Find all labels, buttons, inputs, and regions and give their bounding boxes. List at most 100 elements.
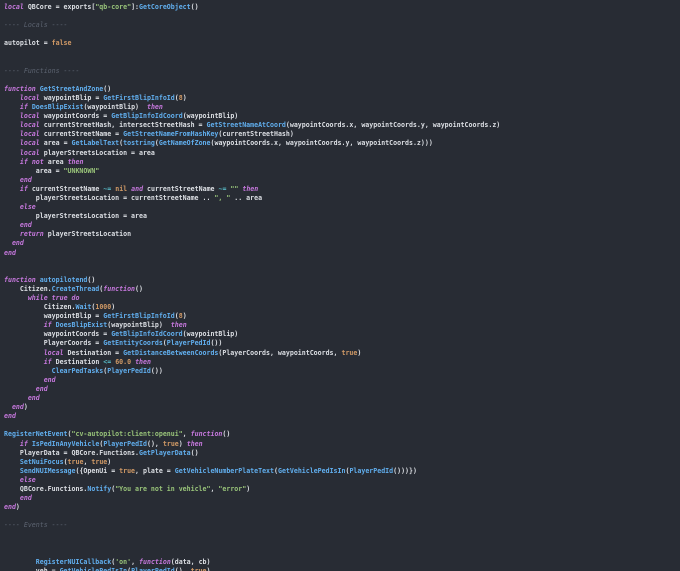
code-line[interactable]: veh = GetVehiclePedIsIn(PlayerPedId(), t… [4,567,680,571]
code-line[interactable]: function GetStreetAndZone() [4,85,680,94]
function-token: GetEntityCoords [103,339,163,348]
comment-token: ---- Locals ---- [4,21,68,30]
code-line[interactable]: end [4,385,680,394]
code-line[interactable]: else [4,203,680,212]
code-line[interactable]: local currentStreetHash, intersectStreet… [4,121,680,130]
text-token: currentStreetName [143,184,219,193]
code-line[interactable]: RegisterNetEvent("cv-autopilot:client:op… [4,430,680,439]
code-line[interactable]: local QBCore = exports["qb-core"]:GetCor… [4,3,680,12]
code-line[interactable]: Citizen.CreateThread(function() [4,285,680,294]
code-line[interactable]: ---- Functions ---- [4,67,680,76]
number-token: 60.0 [115,357,132,366]
code-line[interactable]: while true do [4,294,680,303]
code-line[interactable]: area = "UNKNOWN" [4,167,680,176]
code-line[interactable]: local area = GetLabelText(tostring(GetNa… [4,139,680,148]
code-editor[interactable]: local QBCore = exports["qb-core"]:GetCor… [0,0,680,571]
function-token: GetVehiclePedIsIn [277,466,346,475]
text-token: (waypointCoords.x, waypointCoords.y, way… [285,121,501,130]
text-token: () [103,84,112,93]
code-line[interactable]: if not area then [4,158,680,167]
text-token: (waypointBlip) [182,330,239,339]
code-line[interactable]: autopilot = false [4,39,680,48]
text-token: waypointBlip = [4,312,104,321]
text-token: ) [178,439,187,448]
function-token: GetPlayerData [138,448,191,457]
code-line[interactable] [4,530,680,539]
code-line[interactable]: else [4,476,680,485]
text-token: (), [174,566,191,571]
code-line[interactable]: end [4,221,680,230]
code-line[interactable] [4,258,680,267]
code-line[interactable]: waypointCoords = GetBlipInfoIdCoord(wayp… [4,330,680,339]
text-token: area = [39,139,72,148]
code-line[interactable]: QBCore.Functions.Notify("You are not in … [4,485,680,494]
code-line[interactable] [4,512,680,521]
code-line[interactable]: ---- Events ---- [4,521,680,530]
code-line[interactable]: waypointBlip = GetFirstBlipInfoId(8) [4,312,680,321]
code-line[interactable]: playerStreetsLocation = currentStreetNam… [4,194,680,203]
code-line[interactable]: end [4,249,680,258]
code-line[interactable]: local Destination = GetDistanceBetweenCo… [4,349,680,358]
code-line[interactable]: if Destination <= 60.0 then [4,358,680,367]
code-line[interactable]: end [4,376,680,385]
code-line[interactable]: RegisterNUICallback('on', function(data,… [4,558,680,567]
text-token: (waypointCoords.x, waypointCoords.y, way… [210,139,433,148]
comment-token: ---- Events ---- [4,521,68,530]
code-line[interactable]: local playerStreetsLocation = area [4,149,680,158]
keyword-token: if [19,439,28,448]
code-line[interactable]: local waypointBlip = GetFirstBlipInfoId(… [4,94,680,103]
code-line[interactable]: if DoesBlipExist(waypointBlip) then [4,321,680,330]
code-line[interactable]: return playerStreetsLocation [4,230,680,239]
code-line[interactable] [4,30,680,39]
code-line[interactable] [4,58,680,67]
code-line[interactable]: function autopilotend() [4,276,680,285]
code-line[interactable] [4,421,680,430]
code-line[interactable]: end [4,176,680,185]
keyword-token: function [190,430,223,439]
keyword-token: end [27,394,40,403]
code-line[interactable]: end [4,239,680,248]
code-line[interactable]: PlayerData = QBCore.Functions.GetPlayerD… [4,449,680,458]
code-line[interactable]: end [4,394,680,403]
string-token: "error" [218,484,247,493]
text-token: ()))}) [393,466,417,475]
text-token: currentStreetName = [39,130,124,139]
code-line[interactable]: ---- Locals ---- [4,21,680,30]
code-line[interactable] [4,540,680,549]
code-line[interactable]: end [4,412,680,421]
code-line[interactable]: if IsPedInAnyVehicle(PlayerPedId(), true… [4,440,680,449]
code-area[interactable]: local QBCore = exports["qb-core"]:GetCor… [4,3,680,571]
code-line[interactable]: Citizen.Wait(1000) [4,303,680,312]
code-line[interactable] [4,12,680,21]
keyword-token: not [31,157,44,166]
code-line[interactable] [4,76,680,85]
code-line[interactable]: end) [4,403,680,412]
keyword-token: end [35,384,48,393]
keyword-token: end [43,375,56,384]
code-line[interactable] [4,549,680,558]
code-line[interactable] [4,48,680,57]
code-line[interactable]: if DoesBlipExist(waypointBlip) then [4,103,680,112]
code-line[interactable]: local currentStreetName = GetStreetNameF… [4,130,680,139]
text-token: QBCore = exports[ [23,3,96,11]
code-line[interactable]: end) [4,503,680,512]
keyword-token: else [19,203,36,212]
code-line[interactable]: ClearPedTasks(PlayerPedId()) [4,367,680,376]
code-line[interactable]: if currentStreetName ~= nil and currentS… [4,185,680,194]
code-line[interactable]: playerStreetsLocation = area [4,212,680,221]
code-line[interactable]: local waypointCoords = GetBlipInfoIdCoor… [4,112,680,121]
code-line[interactable]: PlayerCoords = GetEntityCoords(PlayerPed… [4,339,680,348]
code-line[interactable]: end [4,494,680,503]
code-line[interactable]: SendNUIMessage({OpenUi = true, plate = G… [4,467,680,476]
number-token: true [67,457,84,466]
code-line[interactable] [4,267,680,276]
text-token: PlayerData = QBCore.Functions. [4,448,139,457]
text-token: ) [23,403,28,412]
code-line[interactable]: SetNuiFocus(true, true) [4,458,680,467]
